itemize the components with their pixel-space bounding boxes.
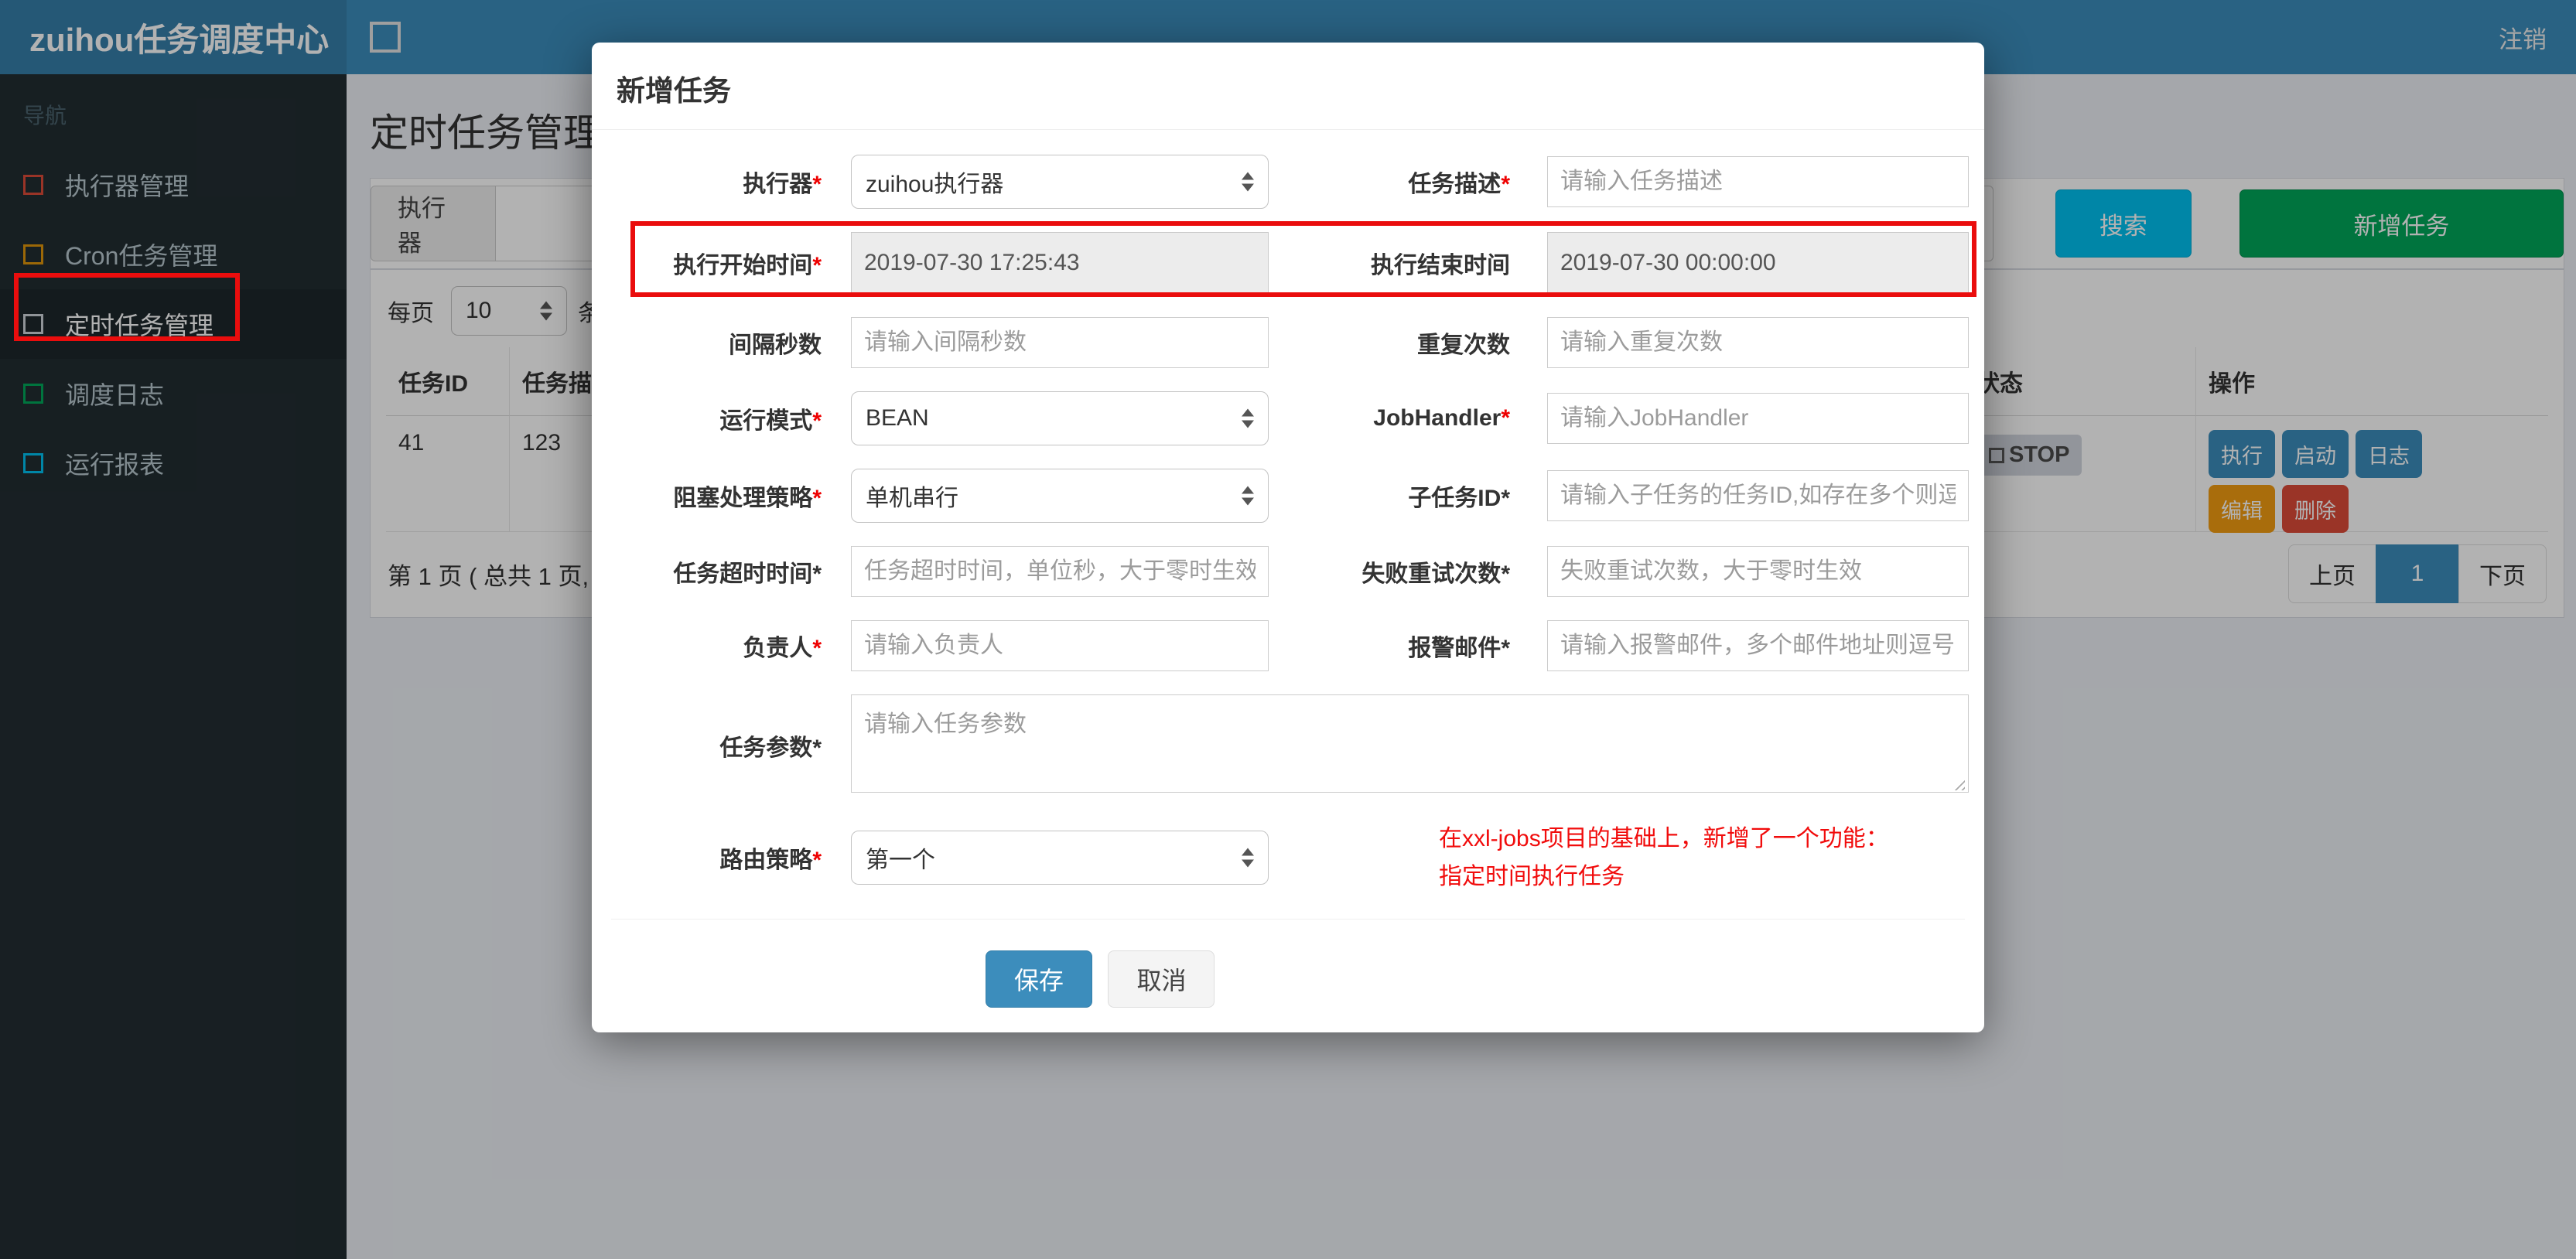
- child-job-input-wrap: [1547, 470, 1969, 521]
- feature-note-line2: 指定时间执行任务: [1439, 864, 1625, 889]
- timeout-label: 任务超时时间*: [673, 561, 822, 587]
- modal-header: 新增任务: [592, 43, 1984, 130]
- interval-input-wrap: [851, 317, 1269, 368]
- cancel-button[interactable]: 取消: [1108, 950, 1215, 1008]
- interval-input[interactable]: [851, 317, 1269, 368]
- child-job-label: 子任务ID*: [1408, 486, 1510, 511]
- select-arrows-icon: [1242, 486, 1254, 506]
- row-interval-repeat: 间隔秒数 重复次数: [611, 317, 1969, 368]
- job-handler-input-wrap: [1547, 393, 1969, 444]
- start-time-input[interactable]: [851, 232, 1269, 294]
- author-input-wrap: [851, 620, 1269, 671]
- row-job-param: 任务参数*: [611, 694, 1969, 797]
- alarm-email-input-wrap: [1547, 620, 1969, 671]
- end-time-input[interactable]: [1547, 232, 1969, 294]
- end-time-input-wrap: [1547, 232, 1969, 294]
- save-button[interactable]: 保存: [986, 950, 1093, 1008]
- row-timeout-retry: 任务超时时间* 失败重试次数*: [611, 546, 1969, 597]
- retry-count-input[interactable]: [1547, 546, 1969, 597]
- row-author-email: 负责人* 报警邮件*: [611, 620, 1969, 671]
- block-strategy-label: 阻塞处理策略*: [673, 486, 822, 511]
- job-param-textarea-wrap: [851, 694, 1969, 797]
- repeat-count-label: 重复次数: [1417, 333, 1510, 358]
- timeout-input-wrap: [851, 546, 1269, 597]
- glue-type-select-wrap: BEAN: [851, 391, 1269, 445]
- select-arrows-icon: [1242, 848, 1254, 868]
- executor-select-wrap: zuihou执行器: [851, 155, 1269, 209]
- select-arrows-icon: [1242, 172, 1254, 192]
- glue-type-select[interactable]: BEAN: [851, 391, 1269, 445]
- feature-note-line1: 在xxl-jobs项目的基础上，新增了一个功能：: [1439, 826, 1889, 851]
- route-strategy-select-wrap: 第一个: [851, 831, 1269, 885]
- row-mode-handler: 运行模式* BEAN JobHandler*: [611, 391, 1969, 445]
- block-strategy-select[interactable]: 单机串行: [851, 469, 1269, 523]
- timeout-input[interactable]: [851, 546, 1269, 597]
- feature-note: 在xxl-jobs项目的基础上，新增了一个功能： 指定时间执行任务: [1439, 820, 1889, 896]
- select-arrows-icon: [1242, 408, 1254, 428]
- glue-type-selected-value: BEAN: [866, 405, 929, 431]
- executor-selected-value: zuihou执行器: [866, 172, 1004, 197]
- end-time-label: 执行结束时间: [1371, 253, 1510, 278]
- block-strategy-selected-value: 单机串行: [866, 486, 958, 511]
- repeat-count-input[interactable]: [1547, 317, 1969, 368]
- job-desc-label: 任务描述*: [1408, 172, 1510, 197]
- alarm-email-label: 报警邮件*: [1408, 636, 1510, 661]
- row-block-childjob: 阻塞处理策略* 单机串行 子任务ID*: [611, 469, 1969, 523]
- route-strategy-label: 路由策略*: [719, 848, 822, 873]
- block-strategy-select-wrap: 单机串行: [851, 469, 1269, 523]
- interval-label: 间隔秒数: [729, 333, 822, 358]
- job-desc-input-wrap: [1547, 156, 1969, 207]
- add-task-modal: 新增任务 执行器* zuihou执行器 任务描述* 执行开始时间*: [592, 43, 1984, 1032]
- modal-footer: 保存 取消: [611, 919, 1965, 1008]
- alarm-email-input[interactable]: [1547, 620, 1969, 671]
- app-root: zuihou任务调度中心 注销 导航 执行器管理 Cron任务管理 定时任务管理…: [0, 0, 2576, 1259]
- row-exec-times: 执行开始时间* 执行结束时间: [611, 232, 1969, 294]
- job-param-label: 任务参数*: [719, 735, 822, 761]
- retry-count-label: 失败重试次数*: [1361, 561, 1510, 587]
- modal-title: 新增任务: [617, 75, 731, 107]
- job-handler-input[interactable]: [1547, 393, 1969, 444]
- child-job-input[interactable]: [1547, 470, 1969, 521]
- executor-label: 执行器*: [743, 172, 822, 197]
- route-strategy-selected-value: 第一个: [866, 848, 935, 873]
- job-handler-label: JobHandler*: [1373, 405, 1510, 431]
- executor-select[interactable]: zuihou执行器: [851, 155, 1269, 209]
- start-time-label: 执行开始时间*: [673, 253, 822, 278]
- start-time-input-wrap: [851, 232, 1269, 294]
- author-input[interactable]: [851, 620, 1269, 671]
- repeat-count-input-wrap: [1547, 317, 1969, 368]
- route-strategy-select[interactable]: 第一个: [851, 831, 1269, 885]
- modal-body: 执行器* zuihou执行器 任务描述* 执行开始时间* 执行结束时间: [592, 130, 1984, 1008]
- job-param-textarea[interactable]: [851, 694, 1969, 793]
- row-route-strategy: 路由策略* 第一个 在xxl-jobs项目的基础上，新增了一个功能： 指定时间执…: [611, 820, 1965, 896]
- job-desc-input[interactable]: [1547, 156, 1969, 207]
- retry-count-input-wrap: [1547, 546, 1969, 597]
- glue-type-label: 运行模式*: [719, 408, 822, 434]
- row-executor-desc: 执行器* zuihou执行器 任务描述*: [611, 155, 1969, 209]
- author-label: 负责人*: [743, 636, 822, 661]
